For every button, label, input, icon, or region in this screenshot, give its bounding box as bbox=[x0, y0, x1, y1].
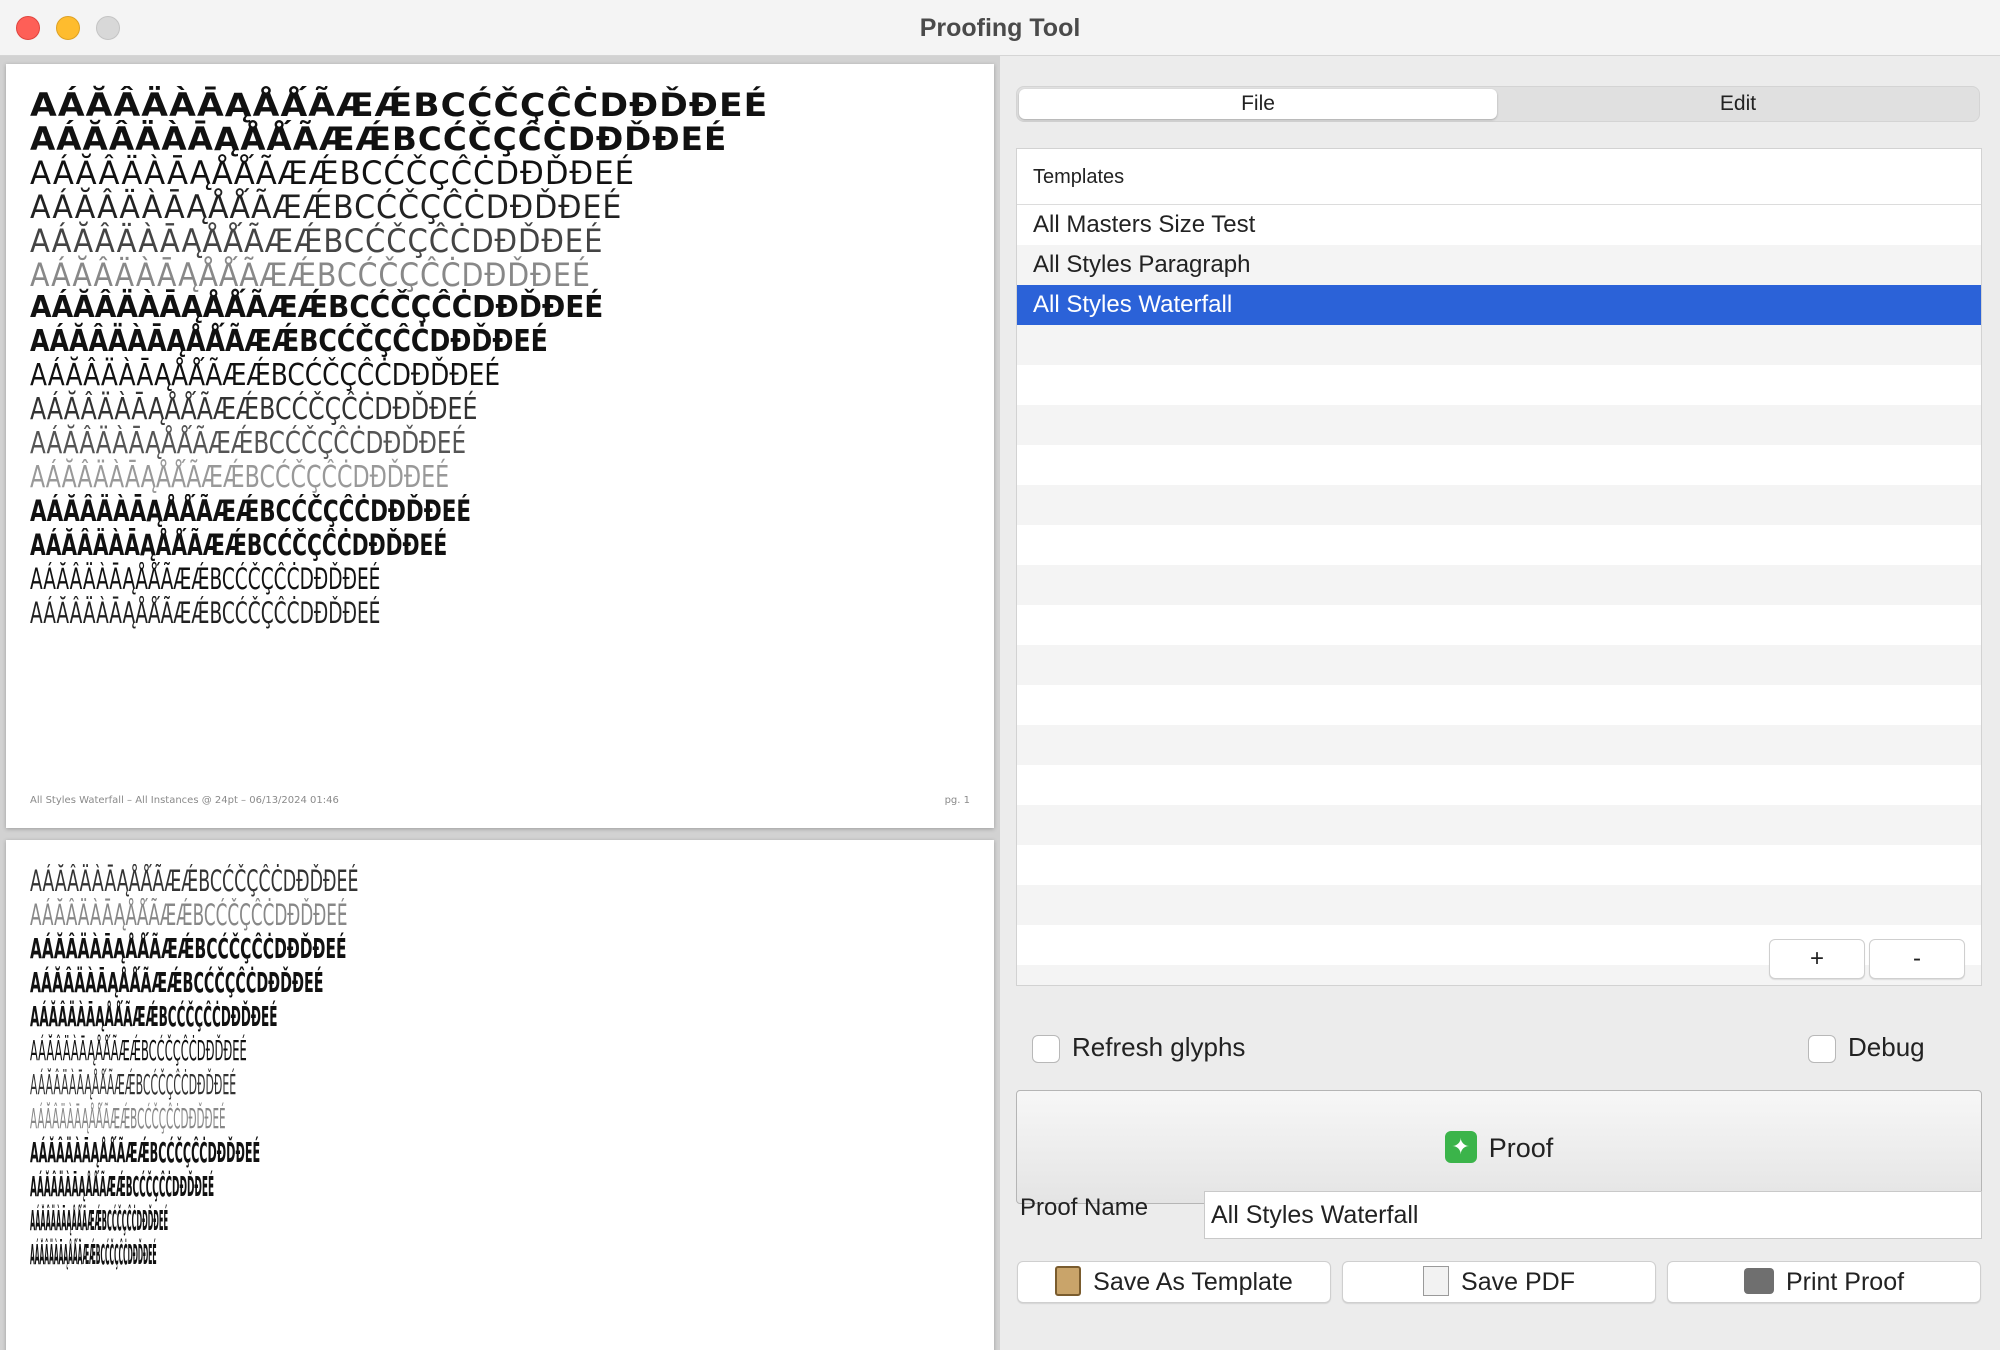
sample-line: AÁĂÂÄÀĀĄÅǺÃÆǼBCĆČÇĈĊDĐĎĐEÉ bbox=[30, 222, 604, 260]
preview-page-1: AÁĂÂÄÀĀĄÅǺÃÆǼBCĆČÇĈĊDĐĎĐEÉ AÁĂÂÄÀĀĄÅǺÃÆǼ… bbox=[6, 64, 994, 828]
sample-line: AÁĂÂÄÀĀĄÅǺÃÆǼBCĆČÇĈĊDĐĎĐEÉ bbox=[30, 1170, 215, 1203]
empty-row bbox=[1017, 725, 1981, 765]
empty-row bbox=[1017, 485, 1981, 525]
proof-name-label: Proof Name bbox=[1020, 1194, 1149, 1221]
empty-row bbox=[1017, 845, 1981, 885]
sample-line: AÁĂÂÄÀĀĄÅǺÃÆǼBCĆČÇĈĊDĐĎĐEÉ bbox=[30, 1136, 261, 1169]
sample-line: AÁĂÂÄÀĀĄÅǺÃÆǼBCĆČÇĈĊDĐĎĐEÉ bbox=[30, 154, 635, 192]
save-pdf-label: Save PDF bbox=[1461, 1268, 1575, 1296]
document-icon bbox=[1423, 1266, 1450, 1297]
printer-icon bbox=[1743, 1268, 1774, 1295]
sample-line: AÁĂÂÄÀĀĄÅǺÃÆǼBCĆČÇĈĊDĐĎĐEÉ bbox=[30, 324, 548, 359]
sample-line: AÁĂÂÄÀĀĄÅǺÃÆǼBCĆČÇĈĊDĐĎĐEÉ bbox=[30, 1068, 237, 1101]
tab-bar: File Edit bbox=[1016, 86, 1980, 122]
save-as-template-label: Save As Template bbox=[1093, 1268, 1293, 1296]
save-pdf-button[interactable]: Save PDF bbox=[1342, 1261, 1656, 1303]
sparkle-icon: ✦ bbox=[1444, 1130, 1477, 1163]
sample-line: AÁĂÂÄÀĀĄÅǺÃÆǼBCĆČÇĈĊDĐĎĐEÉ bbox=[30, 1034, 247, 1067]
window-title: Proofing Tool bbox=[919, 14, 1081, 42]
preview-page-2: AÁĂÂÄÀĀĄÅǺÃÆǼBCĆČÇĈĊDĐĎĐEÉ AÁĂÂÄÀĀĄÅǺÃÆǼ… bbox=[6, 840, 994, 1350]
empty-row bbox=[1017, 685, 1981, 725]
remove-template-button[interactable]: - bbox=[1869, 939, 1965, 979]
empty-row bbox=[1017, 405, 1981, 445]
empty-row bbox=[1017, 645, 1981, 685]
sample-line: AÁĂÂÄÀĀĄÅǺÃÆǼBCĆČÇĈĊDĐĎĐEÉ bbox=[30, 562, 381, 596]
empty-row bbox=[1017, 605, 1981, 645]
templates-column-header[interactable]: Templates bbox=[1017, 149, 1981, 205]
sample-line: AÁĂÂÄÀĀĄÅǺÃÆǼBCĆČÇĈĊDĐĎĐEÉ bbox=[30, 290, 604, 325]
sample-line: AÁĂÂÄÀĀĄÅǺÃÆǼBCĆČÇĈĊDĐĎĐEÉ bbox=[30, 256, 591, 294]
page-footer-info: All Styles Waterfall – All Instances @ 2… bbox=[30, 795, 339, 806]
sample-line: AÁĂÂÄÀĀĄÅǺÃÆǼBCĆČÇĈĊDĐĎĐEÉ bbox=[30, 528, 448, 562]
template-row[interactable]: All Masters Size Test bbox=[1017, 205, 1981, 245]
add-template-button[interactable]: + bbox=[1769, 939, 1865, 979]
sample-line: AÁĂÂÄÀĀĄÅǺÃÆǼBCĆČÇĈĊDĐĎĐEÉ bbox=[30, 358, 501, 393]
sample-line: AÁĂÂÄÀĀĄÅǺÃÆǼBCĆČÇĈĊDĐĎĐEÉ bbox=[30, 864, 359, 898]
proof-name-input[interactable] bbox=[1204, 1191, 1982, 1239]
tab-edit[interactable]: Edit bbox=[1499, 89, 1977, 119]
sample-line: AÁĂÂÄÀĀĄÅǺÃÆǼBCĆČÇĈĊDĐĎĐEÉ bbox=[30, 120, 728, 158]
title-bar: Proofing Tool bbox=[0, 0, 2000, 56]
sample-line: AÁĂÂÄÀĀĄÅǺÃÆǼBCĆČÇĈĊDĐĎĐEÉ bbox=[30, 1000, 278, 1033]
print-proof-button[interactable]: Print Proof bbox=[1667, 1261, 1981, 1303]
empty-row bbox=[1017, 805, 1981, 845]
proof-preview[interactable]: AÁĂÂÄÀĀĄÅǺÃÆǼBCĆČÇĈĊDĐĎĐEÉ AÁĂÂÄÀĀĄÅǺÃÆǼ… bbox=[0, 56, 1000, 1350]
template-row[interactable]: All Styles Paragraph bbox=[1017, 245, 1981, 285]
sample-line: AÁĂÂÄÀĀĄÅǺÃÆǼBCĆČÇĈĊDĐĎĐEÉ bbox=[30, 1102, 226, 1135]
sample-line: AÁĂÂÄÀĀĄÅǺÃÆǼBCĆČÇĈĊDĐĎĐEÉ bbox=[30, 86, 769, 124]
empty-row bbox=[1017, 565, 1981, 605]
proof-button-label: Proof bbox=[1488, 1133, 1554, 1163]
refresh-glyphs-checkbox[interactable] bbox=[1032, 1035, 1060, 1063]
debug-label: Debug bbox=[1848, 1032, 1925, 1062]
refresh-glyphs-label: Refresh glyphs bbox=[1072, 1032, 1246, 1062]
template-row-selected[interactable]: All Styles Waterfall bbox=[1017, 285, 1981, 325]
empty-row bbox=[1017, 325, 1981, 365]
empty-row bbox=[1017, 765, 1981, 805]
sample-line: AÁĂÂÄÀĀĄÅǺÃÆǼBCĆČÇĈĊDĐĎĐEÉ bbox=[30, 426, 467, 461]
empty-row bbox=[1017, 885, 1981, 925]
sample-line: AÁĂÂÄÀĀĄÅǺÃÆǼBCĆČÇĈĊDĐĎĐEÉ bbox=[30, 460, 450, 495]
empty-row bbox=[1017, 525, 1981, 565]
templates-table[interactable]: Templates All Masters Size Test All Styl… bbox=[1016, 148, 1982, 986]
empty-row bbox=[1017, 365, 1981, 405]
debug-checkbox[interactable] bbox=[1808, 1035, 1836, 1063]
control-panel: File Edit Templates All Masters Size Tes… bbox=[1000, 56, 2000, 1350]
page-number: pg. 1 bbox=[944, 795, 970, 806]
sample-line: AÁĂÂÄÀĀĄÅǺÃÆǼBCĆČÇĈĊDĐĎĐEÉ bbox=[30, 188, 623, 226]
sample-line: AÁĂÂÄÀĀĄÅǺÃÆǼBCĆČÇĈĊDĐĎĐEÉ bbox=[30, 966, 324, 999]
sample-line: AÁĂÂÄÀĀĄÅǺÃÆǼBCĆČÇĈĊDĐĎĐEÉ bbox=[30, 932, 347, 965]
sample-line: AÁĂÂÄÀĀĄÅǺÃÆǼBCĆČÇĈĊDĐĎĐEÉ bbox=[30, 898, 348, 932]
sample-line: AÁĂÂÄÀĀĄÅǺÃÆǼBCĆČÇĈĊDĐĎĐEÉ bbox=[30, 494, 472, 528]
sample-line: AÁĂÂÄÀĀĄÅǺÃÆǼBCĆČÇĈĊDĐĎĐEÉ bbox=[30, 1204, 169, 1237]
clipboard-icon bbox=[1055, 1266, 1082, 1297]
save-as-template-button[interactable]: Save As Template bbox=[1017, 1261, 1331, 1303]
sample-line: AÁĂÂÄÀĀĄÅǺÃÆǼBCĆČÇĈĊDĐĎĐEÉ bbox=[30, 392, 478, 427]
print-proof-label: Print Proof bbox=[1785, 1268, 1905, 1296]
tab-file[interactable]: File bbox=[1019, 89, 1497, 119]
sample-line: AÁĂÂÄÀĀĄÅǺÃÆǼBCĆČÇĈĊDĐĎĐEÉ bbox=[30, 596, 381, 630]
empty-row bbox=[1017, 445, 1981, 485]
proof-button[interactable]: ✦ Proof bbox=[1016, 1090, 1982, 1204]
sample-line: AÁĂÂÄÀĀĄÅǺÃÆǼBCĆČÇĈĊDĐĎĐEÉ bbox=[30, 1238, 157, 1271]
